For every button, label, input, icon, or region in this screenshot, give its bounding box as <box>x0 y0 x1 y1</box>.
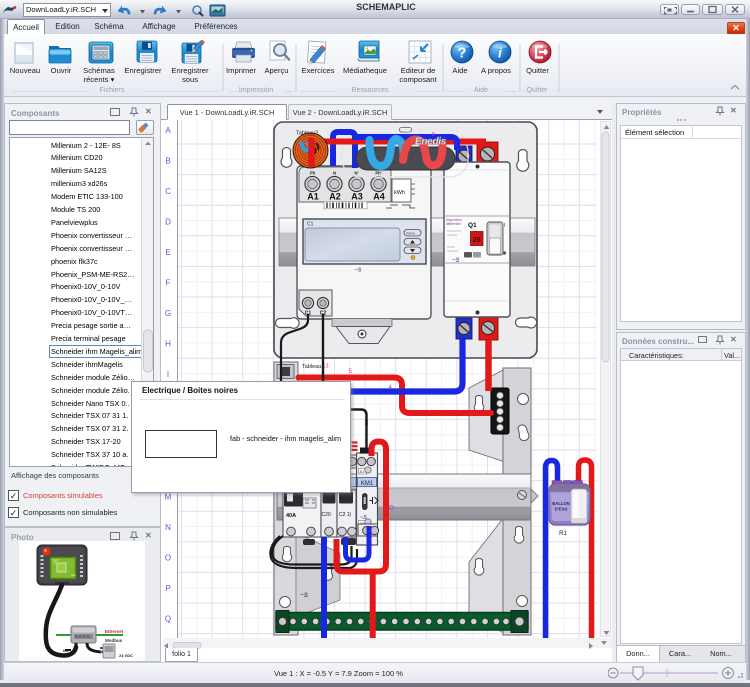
svg-text:A1: A1 <box>360 469 366 474</box>
svg-text:kWh: kWh <box>394 190 405 196</box>
svg-text:A: A <box>165 126 171 135</box>
svg-text:A3: A3 <box>351 192 363 202</box>
svg-text:R1: R1 <box>559 531 567 537</box>
svg-text:D'EAU: D'EAU <box>555 507 568 512</box>
svg-text:menu: menu <box>406 232 415 236</box>
svg-text:Q1: Q1 <box>468 222 477 229</box>
svg-text:I: I <box>167 370 169 379</box>
svg-text:Tableau2: Tableau2 <box>296 131 318 137</box>
svg-text:?: ? <box>457 45 466 62</box>
svg-text:C2 1): C2 1) <box>339 512 352 518</box>
svg-text:différentiel: différentiel <box>446 222 461 226</box>
svg-text:C1: C1 <box>307 222 314 228</box>
svg-text:F: F <box>166 279 171 288</box>
svg-text:Modbus: Modbus <box>105 638 123 643</box>
svg-text:A4: A4 <box>373 192 385 202</box>
svg-text:Q: Q <box>165 615 171 624</box>
svg-text:KM1: KM1 <box>361 481 374 487</box>
svg-text:Ph': Ph' <box>375 171 381 176</box>
svg-text:~S: ~S <box>452 258 460 264</box>
svg-text:40A: 40A <box>286 513 296 519</box>
svg-text:24 VDC: 24 VDC <box>119 653 133 658</box>
svg-text:A1: A1 <box>307 192 319 202</box>
svg-text:Ph: Ph <box>310 171 316 176</box>
svg-text:I: I <box>504 223 505 229</box>
svg-text:~S: ~S <box>355 268 362 274</box>
svg-text:N: N <box>165 523 171 532</box>
svg-text:test: test <box>71 573 76 577</box>
svg-text:Enedis: Enedis <box>415 137 447 148</box>
svg-text:H: H <box>165 340 171 349</box>
svg-text:5: 5 <box>349 369 353 375</box>
svg-text:B: B <box>165 157 170 166</box>
svg-text:P: P <box>165 584 170 593</box>
svg-text:C20: C20 <box>322 512 331 518</box>
svg-text:TEZ APRES PROTECTIONS: TEZ APRES PROTECTIONS <box>402 128 458 133</box>
svg-text:G: G <box>165 309 171 318</box>
svg-text:D: D <box>165 218 171 227</box>
svg-text:~S: ~S <box>300 592 309 599</box>
svg-text:N: N <box>333 171 336 176</box>
svg-text:N': N' <box>354 171 358 176</box>
svg-text:A2: A2 <box>329 192 341 202</box>
svg-text:E: E <box>165 248 170 257</box>
svg-text:C: C <box>165 187 171 196</box>
svg-text:O: O <box>165 554 171 563</box>
svg-text:Tableau1: Tableau1 <box>302 364 324 370</box>
svg-text:Ethernet: Ethernet <box>105 629 124 634</box>
svg-text:26: 26 <box>473 237 481 244</box>
svg-text:BALLON: BALLON <box>552 501 569 506</box>
svg-text:M: M <box>165 493 172 502</box>
svg-text:3: 3 <box>432 132 435 138</box>
